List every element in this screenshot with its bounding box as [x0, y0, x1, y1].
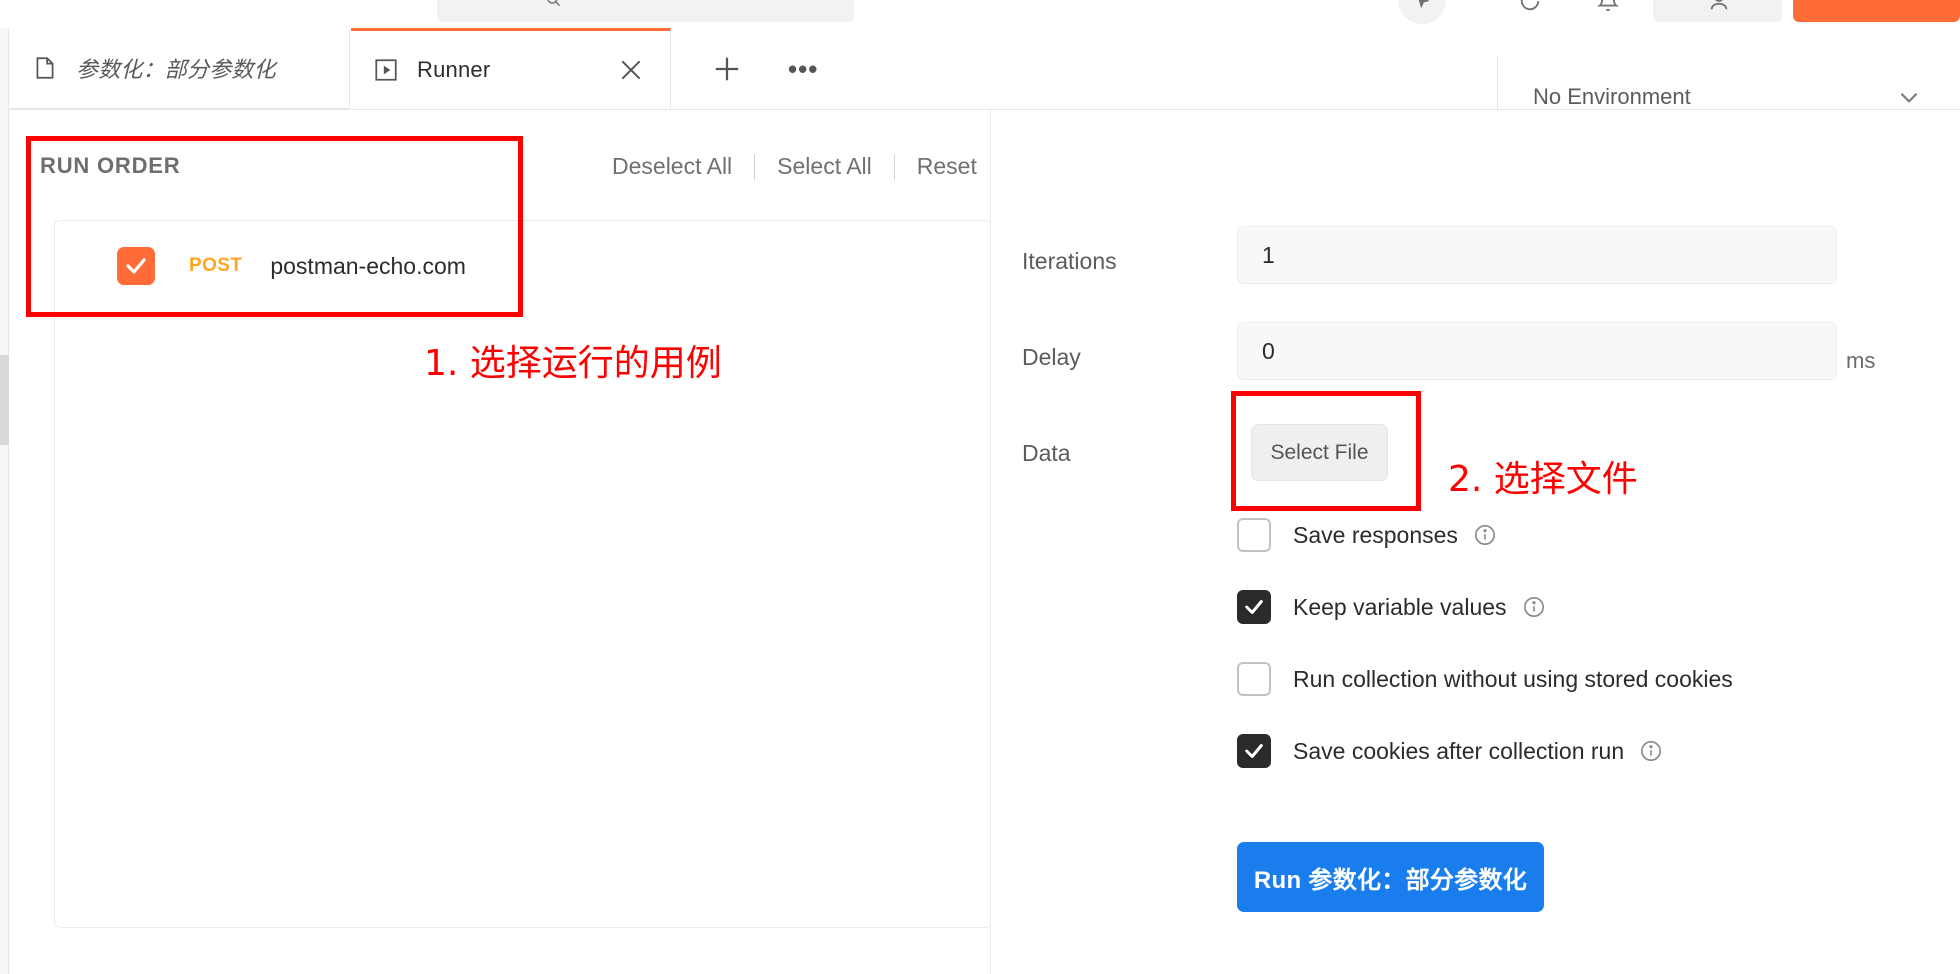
tab-bar: 参数化：部分参数化 Runner ••• No Environment — [0, 28, 1960, 138]
sync-icon[interactable] — [1519, 0, 1541, 12]
run-order-panel: RUN ORDER Deselect All Select All Reset … — [10, 110, 992, 974]
tab-parameterization[interactable]: 参数化：部分参数化 — [10, 28, 350, 109]
list-item[interactable]: POST postman-echo.com — [55, 221, 991, 311]
tab-label: Runner — [417, 57, 491, 82]
request-checkbox[interactable] — [117, 247, 155, 285]
global-search-box[interactable] — [437, 0, 854, 22]
action-divider — [754, 153, 756, 180]
checkbox-label: Save responses — [1293, 521, 1458, 548]
run-order-actions: Deselect All Select All Reset — [610, 153, 979, 180]
document-icon — [32, 55, 58, 81]
iterations-label: Iterations — [1022, 248, 1117, 274]
upgrade-button[interactable] — [1793, 0, 1960, 22]
annotation-text-2: 2. 选择文件 — [1448, 459, 1638, 500]
run-order-title: RUN ORDER — [40, 153, 181, 178]
checkbox-run-without-cookies[interactable]: Run collection without using stored cook… — [1237, 662, 1733, 696]
tab-runner[interactable]: Runner — [351, 28, 671, 109]
bell-icon[interactable] — [1596, 0, 1620, 12]
info-icon[interactable] — [1523, 596, 1545, 618]
plus-icon[interactable] — [712, 54, 742, 84]
data-label: Data — [1022, 440, 1071, 466]
close-icon[interactable] — [618, 57, 644, 83]
cursor-icon — [1412, 0, 1434, 12]
delay-input[interactable]: 0 — [1237, 322, 1837, 380]
checkbox-box[interactable] — [1237, 590, 1271, 624]
rail-scrollbar-thumb[interactable] — [0, 355, 9, 445]
info-icon[interactable] — [1474, 524, 1496, 546]
iterations-input[interactable]: 1 — [1237, 226, 1837, 284]
run-order-list: POST postman-echo.com — [54, 220, 992, 928]
checkbox-box[interactable] — [1237, 518, 1271, 552]
run-collection-button[interactable]: Run 参数化：部分参数化 — [1237, 842, 1544, 912]
request-method: POST — [189, 255, 243, 276]
top-toolbar-strip — [0, 0, 1960, 28]
delay-label: Delay — [1022, 344, 1081, 370]
play-icon — [373, 57, 399, 83]
left-rail-top — [0, 28, 9, 110]
deselect-all-button[interactable]: Deselect All — [610, 153, 734, 180]
action-divider — [893, 153, 895, 180]
select-all-button[interactable]: Select All — [775, 153, 874, 180]
search-icon — [545, 0, 561, 7]
checkbox-box[interactable] — [1237, 662, 1271, 696]
tab-label: 参数化：部分参数化 — [76, 57, 276, 82]
checkbox-box[interactable] — [1237, 734, 1271, 768]
checkbox-label: Save cookies after collection run — [1293, 737, 1625, 764]
request-name: postman-echo.com — [270, 252, 466, 279]
ellipsis-icon[interactable]: ••• — [788, 56, 818, 82]
annotation-text-1: 1. 选择运行的用例 — [424, 343, 722, 384]
left-rail — [0, 110, 9, 974]
user-avatar-icon — [1708, 0, 1730, 12]
checkbox-save-cookies[interactable]: Save cookies after collection run — [1237, 734, 1662, 768]
info-icon[interactable] — [1640, 740, 1662, 762]
checkbox-label: Keep variable values — [1293, 593, 1507, 620]
checkbox-keep-variable-values[interactable]: Keep variable values — [1237, 590, 1545, 624]
reset-button[interactable]: Reset — [915, 153, 979, 180]
checkbox-save-responses[interactable]: Save responses — [1237, 518, 1496, 552]
chevron-down-icon — [1896, 84, 1922, 110]
select-file-button[interactable]: Select File — [1251, 424, 1388, 481]
delay-unit-label: ms — [1846, 348, 1876, 373]
checkbox-label: Run collection without using stored cook… — [1293, 665, 1733, 692]
environment-selected-label: No Environment — [1533, 84, 1691, 109]
